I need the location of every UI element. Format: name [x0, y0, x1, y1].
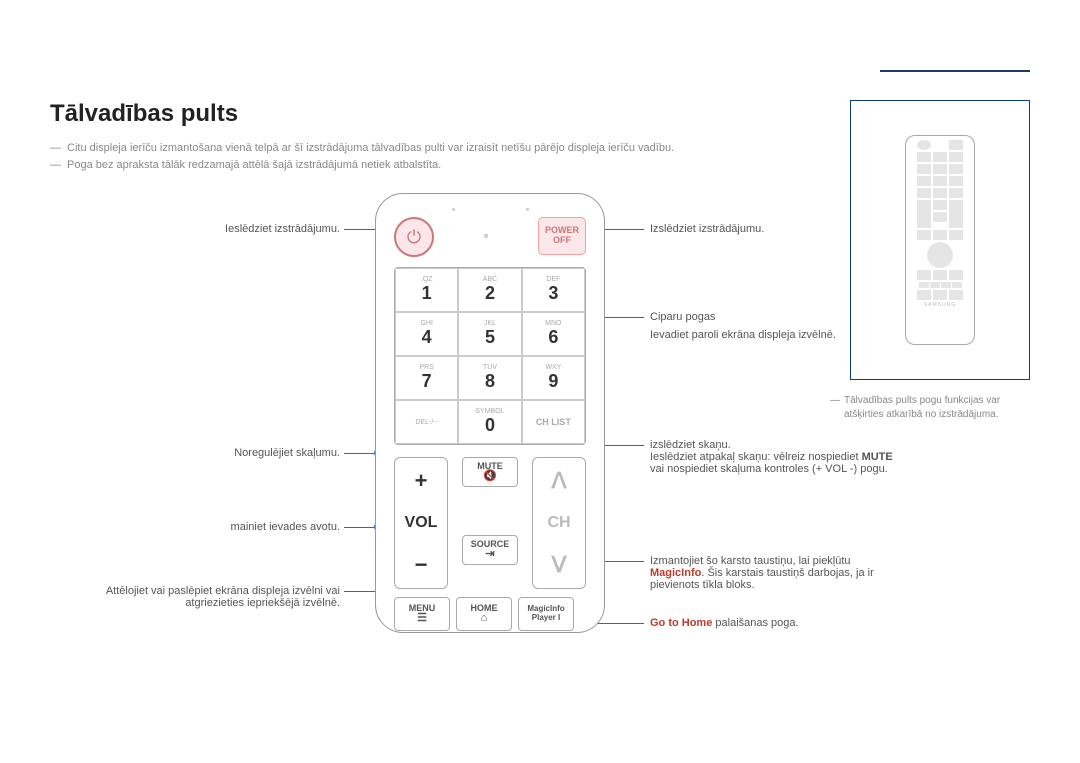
- label-magicinfo: Izmantojiet šo karsto taustiņu, lai piek…: [650, 555, 970, 591]
- num-3-button[interactable]: DEF3: [522, 268, 585, 312]
- brand-label: SAMSUNG: [924, 302, 956, 308]
- number-pad: .QZ1 ABC2 DEF3 GHI4 JKL5 MNO6 PRS7 TUV8 …: [394, 267, 586, 445]
- zoom-panel: SAMSUNG: [850, 100, 1030, 380]
- chevron-up-icon: ᐱ: [551, 468, 566, 494]
- remote-illustration: ⏻ • POWER OFF .QZ1 ABC2 DEF3 GHI4 JKL5 M…: [375, 193, 605, 633]
- intro-line1: Citu displeja ierīču izmantošana vienā t…: [67, 140, 674, 157]
- num-7-button[interactable]: PRS7: [395, 356, 458, 400]
- del-button[interactable]: DEL-/--: [395, 400, 458, 444]
- mute-button[interactable]: MUTE 🔇: [462, 457, 518, 487]
- power-on-button[interactable]: ⏻: [394, 217, 434, 257]
- menu-icon: ☰: [417, 613, 427, 624]
- side-note: ―Tālvadības pults pogu funkcijas var atš…: [830, 394, 1010, 422]
- label-source: mainiet ievades avotu.: [80, 521, 340, 533]
- dpad-icon: [927, 242, 953, 268]
- chevron-down-icon: ᐯ: [551, 552, 566, 578]
- num-9-button[interactable]: WXY9: [522, 356, 585, 400]
- volume-up-icon: +: [415, 468, 428, 494]
- leader-line: [344, 527, 374, 528]
- chlist-button[interactable]: CH LIST: [522, 400, 585, 444]
- leader-line: [344, 453, 374, 454]
- home-button[interactable]: HOME ⌂: [456, 597, 512, 631]
- top-rule: [880, 70, 1030, 72]
- label-volume: Noregulējiet skaļumu.: [80, 447, 340, 459]
- mini-remote-illustration: SAMSUNG: [905, 135, 975, 345]
- volume-down-icon: −: [415, 552, 428, 578]
- label-mute: izslēdziet skaņu. Ieslēdziet atpakaļ ska…: [650, 439, 970, 475]
- home-icon: ⌂: [481, 613, 488, 624]
- num-0-button[interactable]: SYMBOL0: [458, 400, 521, 444]
- num-5-button[interactable]: JKL5: [458, 312, 521, 356]
- menu-button[interactable]: MENU ☰: [394, 597, 450, 631]
- num-1-button[interactable]: .QZ1: [395, 268, 458, 312]
- num-6-button[interactable]: MNO6: [522, 312, 585, 356]
- num-4-button[interactable]: GHI4: [395, 312, 458, 356]
- source-icon: ⇥: [485, 549, 494, 560]
- label-power-on: Ieslēdziet izstrādājumu.: [80, 223, 340, 235]
- power-off-button[interactable]: POWER OFF: [538, 217, 586, 255]
- label-home: Go to Home palaišanas poga.: [650, 617, 910, 629]
- magicinfo-button[interactable]: MagicInfo Player I: [518, 597, 574, 631]
- label-menu: Attēlojiet vai paslēpiet ekrāna displeja…: [80, 585, 340, 609]
- volume-rocker[interactable]: + VOL −: [394, 457, 448, 589]
- source-button[interactable]: SOURCE ⇥: [462, 535, 518, 565]
- channel-rocker[interactable]: ᐱ CH ᐯ: [532, 457, 586, 589]
- mute-icon: 🔇: [483, 471, 497, 482]
- num-8-button[interactable]: TUV8: [458, 356, 521, 400]
- led-icon: •: [476, 217, 496, 257]
- num-2-button[interactable]: ABC2: [458, 268, 521, 312]
- intro-line2: Poga bez apraksta tālāk redzamajā attēlā…: [67, 157, 441, 174]
